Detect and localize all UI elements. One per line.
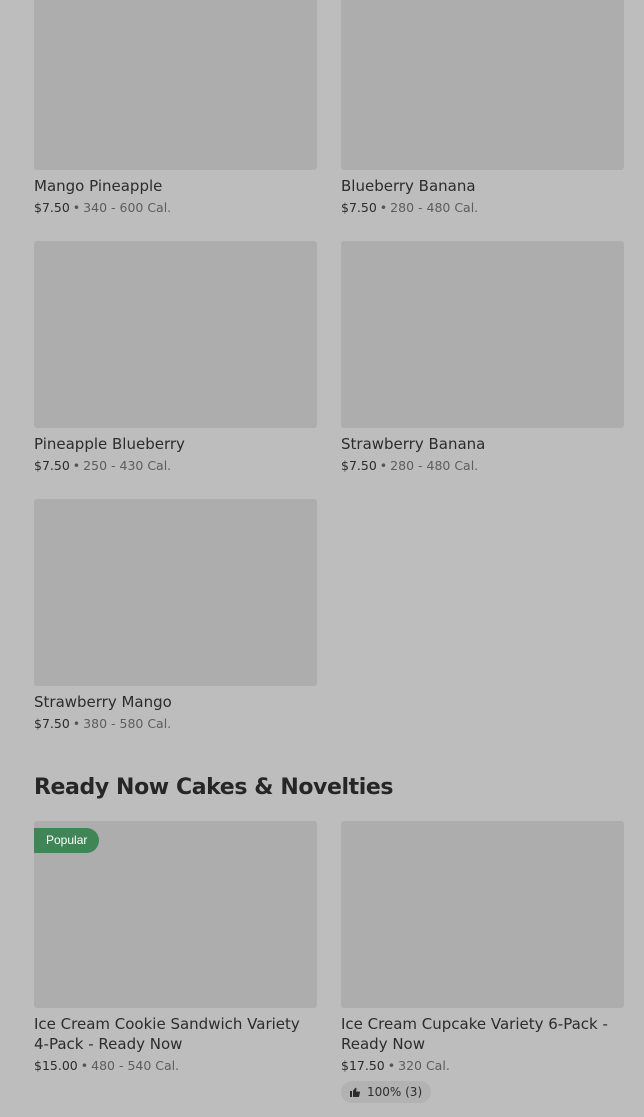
separator: • — [379, 458, 388, 473]
item-calories: 380 - 580 Cal. — [83, 716, 172, 731]
item-calories: 280 - 480 Cal. — [390, 458, 479, 473]
item-meta: $7.50 • 280 - 480 Cal. — [341, 199, 624, 217]
item-name: Strawberry Mango — [34, 693, 172, 711]
item-meta: $7.50 • 280 - 480 Cal. — [341, 457, 624, 475]
item-meta: $7.50 • 250 - 430 Cal. — [34, 457, 317, 475]
menu-item-card[interactable]: Pineapple Blueberry $7.50 • 250 - 430 Cal. — [34, 241, 317, 475]
item-calories: 480 - 540 Cal. — [91, 1058, 180, 1073]
item-meta: $15.00 • 480 - 540 Cal. — [34, 1057, 317, 1075]
separator: • — [387, 1058, 396, 1073]
rating-text: 100% (3) — [367, 1085, 423, 1099]
item-price: $7.50 — [341, 200, 377, 215]
item-name: Ice Cream Cupcake Variety 6-Pack - Ready… — [341, 1015, 608, 1053]
item-image — [34, 499, 317, 686]
item-name: Ice Cream Cookie Sandwich Variety 4-Pack… — [34, 1015, 300, 1053]
item-image — [341, 241, 624, 428]
item-image — [34, 0, 317, 170]
menu-item-card[interactable]: Mango Pineapple $7.50 • 340 - 600 Cal. — [34, 0, 317, 217]
item-calories: 320 Cal. — [398, 1058, 450, 1073]
menu-item-card[interactable]: Blueberry Banana $7.50 • 280 - 480 Cal. — [341, 0, 624, 217]
item-price: $7.50 — [34, 458, 70, 473]
item-name: Strawberry Banana — [341, 435, 486, 453]
item-calories: 280 - 480 Cal. — [390, 200, 479, 215]
item-meta: $7.50 • 340 - 600 Cal. — [34, 199, 317, 217]
item-price: $7.50 — [34, 716, 70, 731]
item-meta: $17.50 • 320 Cal. — [341, 1057, 624, 1075]
separator: • — [80, 1058, 89, 1073]
item-name: Pineapple Blueberry — [34, 435, 185, 453]
thumbs-up-icon — [349, 1086, 361, 1098]
item-image — [34, 241, 317, 428]
item-name: Blueberry Banana — [341, 177, 476, 195]
item-price: $7.50 — [34, 200, 70, 215]
menu-page: Mango Pineapple $7.50 • 340 - 600 Cal. Blu… — [0, 0, 644, 1117]
popular-badge: Popular — [34, 828, 100, 853]
section-title: Ready Now Cakes & Novelties — [34, 775, 394, 800]
menu-item-card[interactable]: Ice Cream Cookie Sandwich Variety 4-Pack… — [34, 821, 317, 1075]
menu-item-card[interactable]: Strawberry Mango $7.50 • 380 - 580 Cal. — [34, 499, 317, 733]
separator: • — [72, 716, 81, 731]
item-price: $7.50 — [341, 458, 377, 473]
item-image — [341, 0, 624, 170]
item-meta: $7.50 • 380 - 580 Cal. — [34, 715, 317, 733]
item-calories: 250 - 430 Cal. — [83, 458, 172, 473]
separator: • — [72, 200, 81, 215]
rating-pill: 100% (3) — [341, 1081, 432, 1103]
item-price: $17.50 — [341, 1058, 385, 1073]
menu-item-card[interactable]: Strawberry Banana $7.50 • 280 - 480 Cal. — [341, 241, 624, 475]
item-price: $15.00 — [34, 1058, 78, 1073]
menu-item-card[interactable]: Ice Cream Cupcake Variety 6-Pack - Ready… — [341, 821, 624, 1103]
item-image — [341, 821, 624, 1008]
item-calories: 340 - 600 Cal. — [83, 200, 172, 215]
separator: • — [72, 458, 81, 473]
item-name: Mango Pineapple — [34, 177, 163, 195]
separator: • — [379, 200, 388, 215]
